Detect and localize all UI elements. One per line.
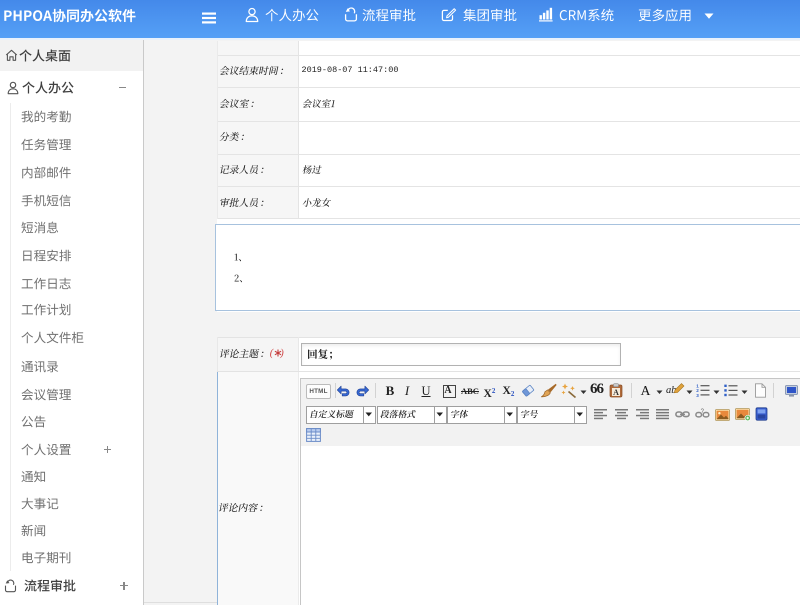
- svg-text:A: A: [613, 388, 619, 397]
- svg-text:3: 3: [696, 393, 699, 398]
